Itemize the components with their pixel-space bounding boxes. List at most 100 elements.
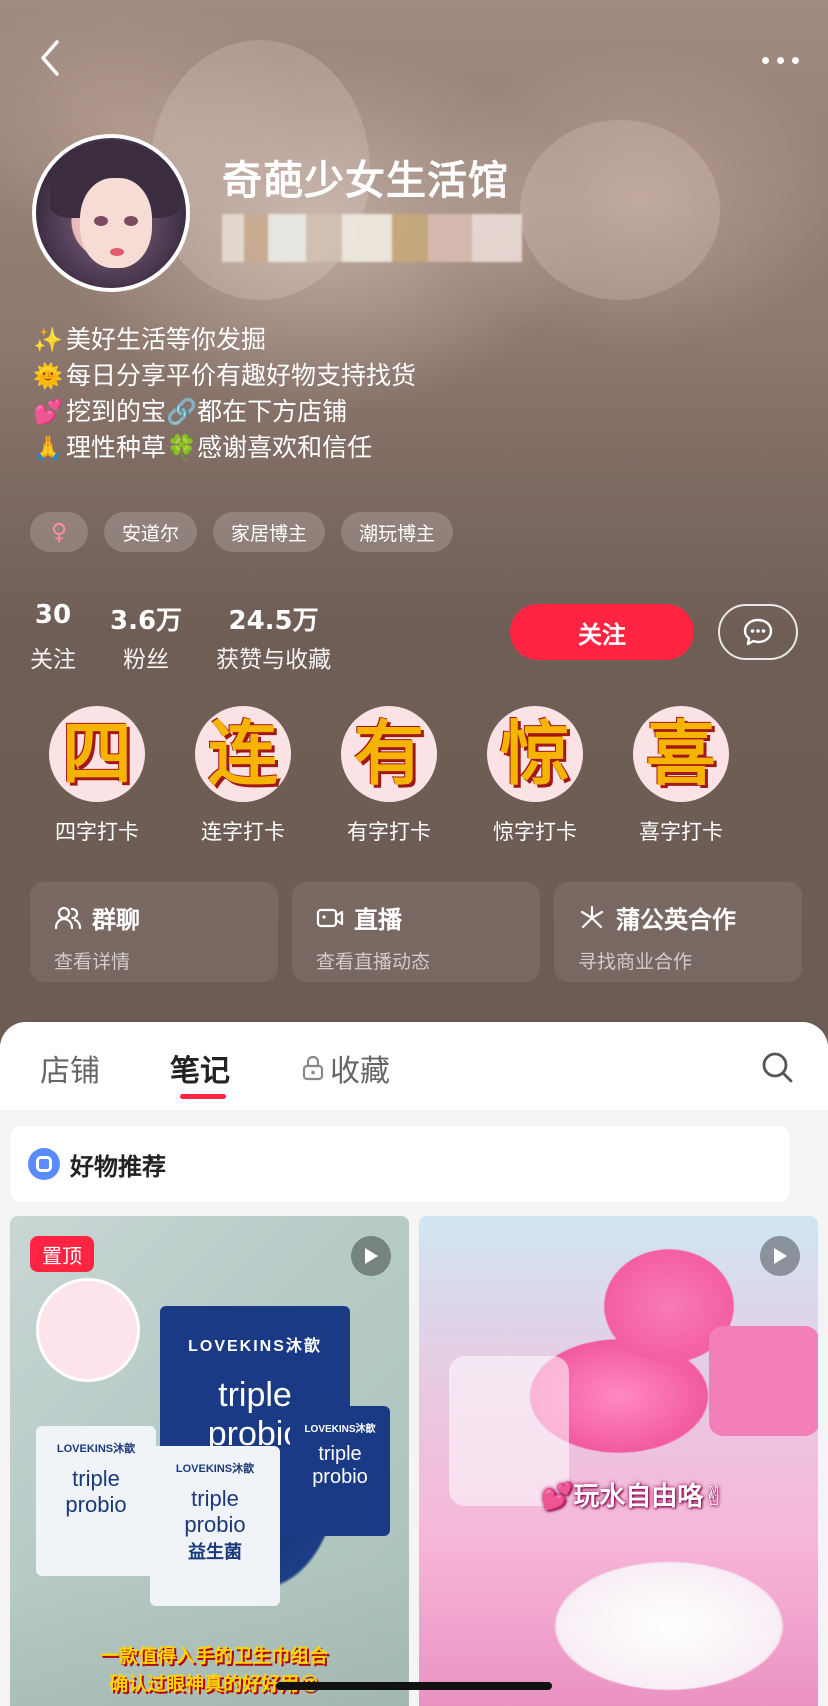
bio-text: 理性种草🍀感谢喜欢和信任: [66, 433, 373, 462]
card-subtitle: 查看详情: [54, 951, 131, 973]
checkin-label: 连字打卡: [201, 820, 285, 844]
pack-cn: 益生菌: [188, 1542, 242, 1562]
pack-line2: probio: [312, 1466, 368, 1488]
card-title-text: 直播: [354, 906, 402, 934]
checkin-item[interactable]: 惊 惊字打卡: [462, 706, 608, 846]
checkin-badge: 喜: [633, 706, 729, 802]
hearts-icon: 💕: [33, 398, 63, 426]
checkin-badge: 有: [341, 706, 437, 802]
category-tag: 潮玩博主: [341, 512, 454, 552]
tab-shop[interactable]: 店铺: [40, 1046, 100, 1090]
avatar[interactable]: [32, 134, 190, 292]
toy-washing-machine-illustration: [709, 1326, 818, 1436]
video-play-icon: [760, 1236, 800, 1276]
more-dot-icon: [761, 56, 769, 64]
tab-notes[interactable]: 笔记: [170, 1046, 230, 1090]
notes-grid: 置顶 LOVEKINS沐歆 triple probio LOVEKINS沐歆 t…: [10, 1216, 818, 1706]
checkin-badge: 惊: [487, 706, 583, 802]
location-tag: 安道尔: [104, 512, 198, 552]
search-icon[interactable]: [760, 1050, 794, 1084]
message-button[interactable]: [718, 604, 798, 660]
profile-tags: ♀ 安道尔 家居博主 潮玩博主: [30, 512, 454, 552]
follow-button[interactable]: 关注: [510, 604, 694, 660]
tab-collections[interactable]: 收藏: [302, 1046, 390, 1090]
pack-brand: LOVEKINS沐歆: [188, 1338, 322, 1355]
live-card[interactable]: 直播 查看直播动态: [292, 882, 540, 982]
pack-line1: triple: [72, 1466, 120, 1491]
dandelion-card[interactable]: 蒲公英合作 寻找商业合作: [554, 882, 802, 982]
bio-text: 每日分享平价有趣好物支持找货: [66, 361, 417, 390]
pack-brand: LOVEKINS沐歆: [56, 1443, 136, 1455]
checkin-item[interactable]: 连 连字打卡: [170, 706, 316, 846]
stat-following[interactable]: 30 关注: [30, 600, 76, 674]
checkin-badge: 四: [49, 706, 145, 802]
more-button[interactable]: [752, 38, 808, 82]
recommend-label: 好物推荐: [70, 1152, 166, 1181]
caption-line: 一款值得入手的卫生巾组合: [99, 1645, 328, 1667]
checkin-item[interactable]: 喜 喜字打卡: [608, 706, 754, 846]
home-indicator: [276, 1682, 552, 1690]
stat-likes-collections[interactable]: 24.5万 获赞与收藏: [216, 600, 331, 674]
stat-number: 3.6万: [110, 606, 183, 636]
pack-line2: probio: [184, 1512, 246, 1537]
bio-line: ✨ 美好生活等你发掘: [32, 322, 416, 358]
checkin-label: 有字打卡: [347, 820, 431, 844]
checkin-item[interactable]: 有 有字打卡: [316, 706, 462, 846]
chat-bubble-icon: [743, 618, 773, 646]
card-title: 蒲公英合作: [578, 900, 778, 935]
product-pack: LOVEKINS沐歆 triple probio 益生菌: [150, 1446, 280, 1606]
card-subtitle: 寻找商业合作: [578, 951, 693, 973]
pack-line1: triple: [191, 1486, 239, 1511]
card-title: 群聊: [54, 900, 254, 935]
stat-number: 30: [34, 600, 72, 630]
stat-label: 关注: [30, 647, 76, 673]
pack-line1: triple: [318, 1443, 362, 1465]
tab-label: 笔记: [170, 1054, 230, 1089]
more-dot-icon: [776, 56, 784, 64]
bio-line: 🌞 每日分享平价有趣好物支持找货: [32, 358, 416, 394]
stat-followers[interactable]: 3.6万 粉丝: [110, 600, 182, 674]
avatar-lip: [110, 248, 124, 256]
card-title-text: 群聊: [92, 906, 140, 934]
chevron-left-icon: [41, 40, 59, 76]
bio-line: 💕 挖到的宝🔗都在下方店铺: [32, 394, 416, 430]
profile-nickname: 奇葩少女生活馆: [222, 158, 509, 204]
gender-tag: ♀: [30, 512, 88, 552]
checkin-list: 四 四字打卡 连 连字打卡 有 有字打卡 惊 惊字打卡 喜 喜字打卡: [24, 706, 754, 846]
background-illustration-2: [520, 120, 720, 300]
checkin-item[interactable]: 四 四字打卡: [24, 706, 170, 846]
stat-label: 粉丝: [123, 647, 170, 673]
pack-brand: LOVEKINS沐歆: [304, 1424, 376, 1435]
product-pack: LOVEKINS沐歆 triple probio: [36, 1426, 156, 1576]
stat-label: 获赞与收藏: [216, 647, 332, 673]
lock-icon: [302, 1055, 324, 1081]
profile-stats: 30 关注 3.6万 粉丝 24.5万 获赞与收藏: [30, 600, 365, 674]
pinned-badge: 置顶: [30, 1236, 94, 1272]
profile-header: 奇葩少女生活馆 ✨ 美好生活等你发掘 🌞 每日分享平价有趣好物支持找货 💕 挖到的宝🔗…: [0, 0, 828, 1060]
user-id-blurred: [222, 214, 522, 262]
group-chat-card[interactable]: 群聊 查看详情: [30, 882, 278, 982]
group-icon: [54, 906, 82, 929]
back-button[interactable]: [28, 36, 72, 80]
note-caption: 💕玩水自由咯✌: [541, 1482, 726, 1512]
profile-bio: ✨ 美好生活等你发掘 🌞 每日分享平价有趣好物支持找货 💕 挖到的宝🔗都在下方店铺 🙏…: [32, 322, 416, 466]
more-dot-icon: [791, 56, 799, 64]
recommend-icon: [28, 1148, 60, 1180]
tab-label: 收藏: [330, 1054, 390, 1089]
note-card[interactable]: 置顶 LOVEKINS沐歆 triple probio LOVEKINS沐歆 t…: [10, 1216, 409, 1706]
checkin-label: 惊字打卡: [493, 820, 577, 844]
dandelion-icon: [580, 905, 604, 928]
pack-line2: probio: [65, 1492, 127, 1517]
recommend-section[interactable]: 好物推荐: [10, 1126, 790, 1202]
tab-bar: 店铺 笔记 收藏: [0, 1022, 828, 1110]
card-title-text: 蒲公英合作: [616, 906, 736, 934]
note-card[interactable]: 💕玩水自由咯✌: [419, 1216, 818, 1706]
pray-icon: 🙏: [33, 434, 63, 462]
feature-cards: 群聊 查看详情 直播 查看直播动态 蒲公英合作 寻找商业合作: [30, 882, 802, 982]
product-pack-dark: LOVEKINS沐歆 triple probio: [290, 1406, 390, 1536]
active-tab-indicator: [180, 1094, 226, 1099]
content-panel: 店铺 笔记 收藏 好物推荐 置顶 LOVEKINS沐歆 triple probi…: [0, 1022, 828, 1706]
live-icon: [316, 908, 344, 927]
bio-text: 挖到的宝🔗都在下方店铺: [66, 397, 348, 426]
card-title: 直播: [316, 900, 516, 935]
